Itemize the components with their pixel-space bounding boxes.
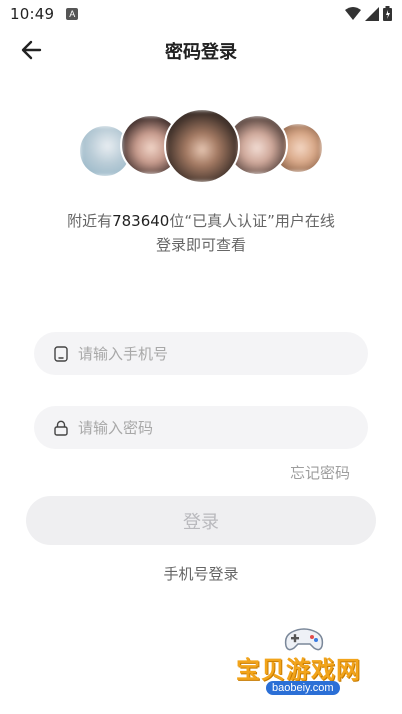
wifi-icon: [345, 6, 361, 20]
password-input[interactable]: [78, 418, 338, 437]
status-time: 10:49: [10, 5, 55, 23]
online-users-line: 附近有783640位“已真人认证”用户在线: [0, 209, 402, 233]
forgot-password-link[interactable]: 忘记密码: [290, 462, 350, 483]
page-title: 密码登录: [165, 42, 237, 63]
phone-login-link[interactable]: 手机号登录: [0, 563, 402, 584]
watermark-logo: 宝贝游戏网 baobeiy.com: [228, 626, 378, 706]
watermark-title: 宝贝游戏网: [236, 656, 361, 684]
login-to-view-text: 登录即可查看: [155, 236, 246, 254]
online-users-text: 附近有783640位“已真人认证”用户在线 登录即可查看: [0, 209, 402, 257]
phone-input-container[interactable]: [34, 332, 368, 375]
app-notification-icon: A: [66, 8, 79, 20]
status-icons: [345, 6, 392, 21]
phone-input[interactable]: [78, 344, 338, 363]
tagline-suffix: 位“已真人认证”用户在线: [169, 212, 335, 230]
signal-icon: [365, 6, 379, 21]
avatar: [164, 108, 240, 184]
avatar-group: [0, 108, 402, 188]
watermark-url: baobeiy.com: [266, 681, 340, 695]
battery-icon: [383, 6, 392, 21]
phone-icon: [54, 345, 68, 362]
online-count: 783640: [112, 212, 170, 230]
login-button[interactable]: 登录: [26, 496, 376, 545]
status-bar: 10:49 A: [0, 0, 402, 28]
nav-bar: 密码登录: [0, 28, 402, 72]
gamepad-icon: [284, 628, 324, 651]
tagline-prefix: 附近有: [67, 212, 113, 230]
password-input-container[interactable]: [34, 406, 368, 449]
lock-icon: [54, 420, 68, 436]
